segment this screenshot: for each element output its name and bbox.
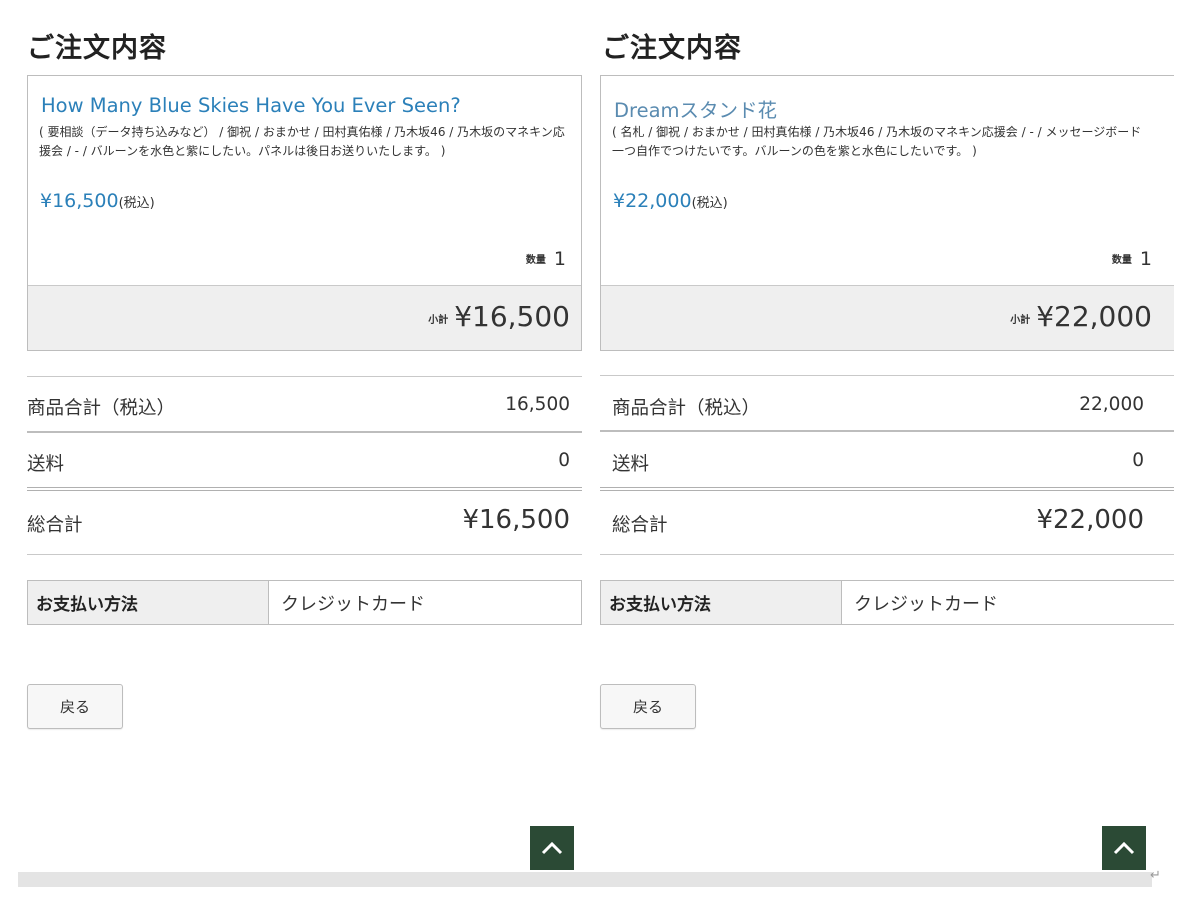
- item-quantity: 数量 1: [1112, 248, 1152, 270]
- grand-total-value: ¥16,500: [462, 505, 570, 535]
- item-options: ( 要相談（データ持ち込みなど） / 御祝 / おまかせ / 田村真佑様 / 乃…: [39, 125, 565, 158]
- payment-method-value: クレジットカード: [269, 581, 425, 624]
- order-panel-right: ご注文内容 Dreamスタンド花 ( 名札 / 御祝 / おまかせ / 田村真佑…: [592, 0, 1200, 902]
- item-price-tax-label: (税込): [118, 196, 155, 211]
- page-title: ご注文内容: [27, 33, 167, 64]
- grand-total-label: 総合計: [612, 515, 668, 536]
- payment-method-table: お支払い方法 クレジットカード: [27, 580, 582, 625]
- items-total-value: 22,000: [1079, 394, 1144, 415]
- item-options: ( 名札 / 御祝 / おまかせ / 田村真佑様 / 乃木坂46 / 乃木坂のマ…: [612, 125, 1142, 158]
- back-button[interactable]: 戻る: [27, 684, 123, 729]
- subtotal-row: 小計 ¥16,500: [28, 285, 581, 350]
- scroll-to-top-button[interactable]: [1102, 826, 1146, 870]
- bottom-bar: [592, 872, 1152, 887]
- item-price-value: ¥22,000: [613, 190, 692, 212]
- item-price: ¥22,000(税込): [613, 190, 728, 212]
- back-button[interactable]: 戻る: [600, 684, 696, 729]
- divider: [27, 487, 582, 491]
- items-total-label: 商品合計（税込）: [27, 398, 176, 419]
- scroll-to-top-button[interactable]: [530, 826, 574, 870]
- item-quantity: 数量 1: [526, 248, 566, 270]
- quantity-value: 1: [1139, 248, 1152, 270]
- items-total-label: 商品合計（税込）: [612, 398, 761, 419]
- subtotal-value: ¥16,500: [454, 300, 570, 333]
- subtotal-value: ¥22,000: [1036, 300, 1152, 333]
- item-name-link[interactable]: How Many Blue Skies Have You Ever Seen?: [41, 94, 461, 117]
- item-subtotal: 小計 ¥16,500: [428, 300, 570, 333]
- chevron-up-icon: [1113, 841, 1135, 855]
- shipping-label: 送料: [612, 454, 650, 475]
- divider: [600, 554, 1174, 555]
- shipping-label: 送料: [27, 454, 65, 475]
- bottom-bar: [18, 872, 592, 887]
- item-price-tax-label: (税込): [691, 196, 728, 211]
- grand-total-label: 総合計: [27, 515, 83, 536]
- quantity-label: 数量: [1111, 255, 1132, 266]
- quantity-label: 数量: [525, 255, 546, 266]
- subtotal-label: 小計: [1010, 315, 1031, 326]
- payment-method-table: お支払い方法 クレジットカード: [600, 580, 1174, 625]
- shipping-value: 0: [1132, 450, 1144, 471]
- item-name-link[interactable]: Dreamスタンド花: [614, 94, 777, 123]
- divider: [600, 375, 1174, 376]
- return-mark-icon: ↵: [1150, 868, 1161, 883]
- divider: [600, 487, 1174, 491]
- subtotal-label: 小計: [428, 315, 449, 326]
- page-title: ご注文内容: [602, 33, 742, 64]
- grand-total-value: ¥22,000: [1036, 505, 1144, 535]
- item-price: ¥16,500(税込): [40, 190, 155, 212]
- shipping-value: 0: [558, 450, 570, 471]
- chevron-up-icon: [541, 841, 563, 855]
- divider: [27, 376, 582, 377]
- order-item-card: How Many Blue Skies Have You Ever Seen? …: [27, 75, 582, 351]
- payment-method-label: お支払い方法: [601, 581, 842, 624]
- payment-method-label: お支払い方法: [28, 581, 269, 624]
- divider: [600, 430, 1174, 432]
- quantity-value: 1: [553, 248, 566, 270]
- order-item-card: Dreamスタンド花 ( 名札 / 御祝 / おまかせ / 田村真佑様 / 乃木…: [600, 75, 1174, 351]
- divider: [27, 554, 582, 555]
- item-price-value: ¥16,500: [40, 190, 119, 212]
- divider: [27, 431, 582, 433]
- subtotal-row: 小計 ¥22,000: [601, 285, 1174, 350]
- item-subtotal: 小計 ¥22,000: [1010, 300, 1152, 333]
- order-panel-left: ご注文内容 How Many Blue Skies Have You Ever …: [0, 0, 592, 902]
- payment-method-value: クレジットカード: [842, 581, 998, 624]
- items-total-value: 16,500: [505, 394, 570, 415]
